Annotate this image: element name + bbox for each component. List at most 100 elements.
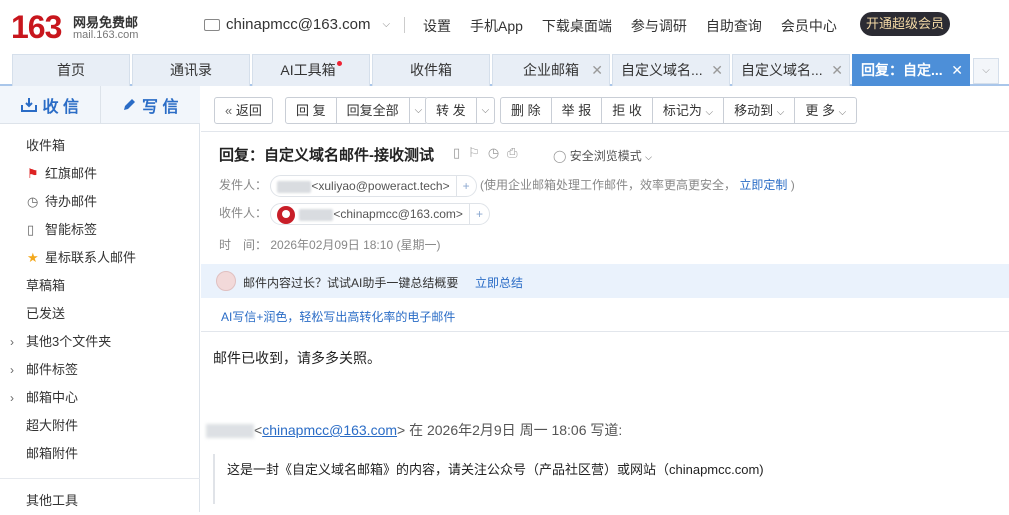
sidebar-item-label: 星标联系人邮件: [45, 250, 137, 265]
sidebar-item-other-folders[interactable]: › 其他3个文件夹: [0, 328, 200, 356]
reject-button[interactable]: 拒 收: [602, 98, 653, 123]
link-desktop-download[interactable]: 下载桌面端: [542, 16, 612, 36]
link-survey[interactable]: 参与调研: [631, 16, 687, 36]
quote-header-tail: > 在 2026年2月9日 周一 18:06 写道:: [397, 422, 623, 438]
sidebar-item-smart-tags[interactable]: ▯ 智能标签: [0, 216, 200, 244]
reply-all-button[interactable]: 回复全部: [337, 98, 410, 123]
write-label: 写 信: [142, 98, 179, 116]
safe-mode-label: 安全浏览模式: [569, 149, 642, 163]
sidebar-item-drafts[interactable]: 草稿箱: [0, 272, 200, 300]
chevron-right-icon: ›: [10, 391, 14, 405]
tab-contacts[interactable]: 通讯录: [132, 54, 250, 86]
recipient-address: <chinapmcc@163.com>: [333, 207, 463, 221]
sidebar-item-label: 已发送: [26, 306, 66, 321]
tab-inbox[interactable]: 收件箱: [372, 54, 490, 86]
tab-label: 通讯录: [170, 62, 212, 78]
sender-pill[interactable]: <xuliyao@poweract.tech> +: [270, 175, 477, 197]
forward-button[interactable]: 转 发: [426, 98, 477, 123]
time-value: 2026年02月09日 18:10 (星期一): [270, 238, 441, 252]
reply-button[interactable]: 回 复: [286, 98, 337, 123]
quoted-text: 这是一封《自定义域名邮箱》的内容，请关注公众号（产品社区营）或网站（chinap…: [227, 462, 764, 477]
sidebar-item-label: 草稿箱: [26, 278, 66, 293]
sidebar-item-inbox[interactable]: 收件箱: [0, 132, 200, 160]
ai-summarize-link[interactable]: 立即总结: [475, 274, 523, 291]
tab-ai-tools[interactable]: AI工具箱: [252, 54, 370, 86]
more-button[interactable]: 更 多 ⌵: [795, 98, 856, 123]
account-switcher[interactable]: chinapmcc@163.com ⌵: [204, 16, 390, 33]
tab-enterprise-mail[interactable]: 企业邮箱 ✕: [492, 54, 610, 86]
notification-dot: [336, 61, 342, 66]
ai-write-bar: AI写信+润色，轻松写出高转化率的电子邮件: [201, 298, 1009, 332]
sidebar-item-starred-contacts[interactable]: ★ 星标联系人邮件: [0, 244, 200, 272]
redacted-name: [277, 180, 312, 193]
delete-button[interactable]: 删 除: [501, 98, 552, 123]
shield-icon: ◯: [553, 149, 567, 163]
link-mobile-app[interactable]: 手机App: [470, 16, 523, 36]
tab-home[interactable]: 首页: [12, 54, 130, 86]
quote-lt: <: [254, 422, 263, 438]
chevron-down-icon: ⌵: [382, 19, 391, 30]
back-button[interactable]: « 返回: [214, 97, 273, 124]
tab-reply-active[interactable]: 回复：自定... ✕: [852, 54, 970, 86]
link-self-service[interactable]: 自助查询: [706, 16, 762, 36]
add-contact-icon[interactable]: +: [468, 204, 483, 224]
close-icon[interactable]: ✕: [951, 55, 963, 85]
ai-summary-bar: 邮件内容过长？试试AI助手一键总结概要 立即总结: [201, 264, 1009, 298]
logo[interactable]: 163 网易免费邮 mail.163.com: [11, 9, 151, 45]
sidebar-item-flagged[interactable]: ⚑ 红旗邮件: [0, 160, 200, 188]
tab-custom-domain-1[interactable]: 自定义域名... ✕: [612, 54, 730, 86]
quoted-message: 这是一封《自定义域名邮箱》的内容，请关注公众号（产品社区营）或网站（chinap…: [213, 454, 853, 504]
sidebar: 收 信 写 信 收件箱 ⚑ 红旗邮件 ◷ 待办邮件 ▯ 智能标签 ★ 星标联系人邮件 草…: [0, 86, 200, 512]
bookmark-icon[interactable]: ▯: [453, 145, 460, 161]
tab-bar: 首页 通讯录 AI工具箱 收件箱 企业邮箱 ✕ 自定义域名... ✕ 自定义域名..…: [0, 52, 1009, 86]
sidebar-item-sent[interactable]: 已发送: [0, 300, 200, 328]
account-address: chinapmcc@163.com: [226, 16, 371, 33]
customize-link[interactable]: 立即定制: [739, 178, 787, 192]
time-row: 时 间： 2026年02月09日 18:10 (星期一): [219, 236, 440, 253]
sidebar-item-mail-tags[interactable]: › 邮件标签: [0, 356, 200, 384]
close-icon[interactable]: ✕: [591, 55, 603, 85]
more-label: 更 多: [805, 103, 835, 118]
from-row: 发件人： <xuliyao@poweract.tech> + (使用企业邮箱处理工…: [219, 175, 795, 197]
sender-address: <xuliyao@poweract.tech>: [311, 179, 450, 193]
receive-button[interactable]: 收 信: [0, 86, 101, 123]
back-label: 返回: [235, 103, 262, 118]
quote-header: <chinapmcc@163.com> 在 2026年2月9日 周一 18:06…: [206, 420, 622, 440]
write-button[interactable]: 写 信: [101, 86, 201, 123]
sidebar-item-label: 收件箱: [26, 138, 66, 153]
safe-browse-mode[interactable]: ◯ 安全浏览模式 ⌵: [553, 147, 652, 164]
tab-custom-domain-2[interactable]: 自定义域名... ✕: [732, 54, 850, 86]
link-member-center[interactable]: 会员中心: [781, 16, 837, 36]
sidebar-item-todo[interactable]: ◷ 待办邮件: [0, 188, 200, 216]
add-contact-icon[interactable]: +: [455, 176, 470, 196]
clock-icon[interactable]: ◷: [488, 145, 499, 161]
mark-as-button[interactable]: 标记为 ⌵: [653, 98, 725, 123]
flag-icon[interactable]: ⚐: [468, 145, 480, 161]
time-label: 时 间：: [219, 238, 268, 252]
report-button[interactable]: 举 报: [552, 98, 603, 123]
close-icon[interactable]: ✕: [831, 55, 843, 85]
move-to-button[interactable]: 移动到 ⌵: [724, 98, 796, 123]
sidebar-item-mail-attachments[interactable]: 邮箱附件: [0, 440, 200, 468]
recipient-pill[interactable]: <chinapmcc@163.com> +: [270, 203, 490, 225]
sidebar-item-label: 邮箱中心: [26, 390, 79, 405]
sidebar-item-large-attachments[interactable]: 超大附件: [0, 412, 200, 440]
mail-toolbar: « 返回 回 复 回复全部 ⌵ 转 发 ⌵ 删 除 举 报 拒 收 标记为 ⌵ …: [201, 86, 1009, 132]
link-settings[interactable]: 设置: [423, 16, 451, 36]
print-icon[interactable]: ⎙: [507, 145, 517, 161]
subject-icons: ▯ ⚐ ◷ ⎙: [453, 145, 518, 161]
quote-address-link[interactable]: chinapmcc@163.com: [262, 422, 397, 438]
sidebar-item-other-tools[interactable]: 其他工具: [0, 487, 200, 515]
tab-label: 回复：自定...: [861, 62, 943, 78]
tab-more-button[interactable]: ⌵: [973, 58, 999, 84]
chevron-right-icon: ›: [10, 363, 14, 377]
vip-button[interactable]: 开通超级会员: [860, 12, 950, 36]
close-icon[interactable]: ✕: [711, 55, 723, 85]
ai-write-link[interactable]: AI写信+润色，轻松写出高转化率的电子邮件: [221, 308, 455, 325]
chevron-down-icon: ⌵: [705, 107, 714, 118]
sidebar-item-mail-center[interactable]: › 邮箱中心: [0, 384, 200, 412]
mail-subject: 回复：自定义域名邮件-接收测试: [219, 147, 434, 164]
clock-icon: ◷: [27, 194, 39, 209]
forward-dropdown-chevron-icon[interactable]: ⌵: [477, 98, 495, 123]
tab-label: 自定义域名...: [621, 62, 703, 78]
